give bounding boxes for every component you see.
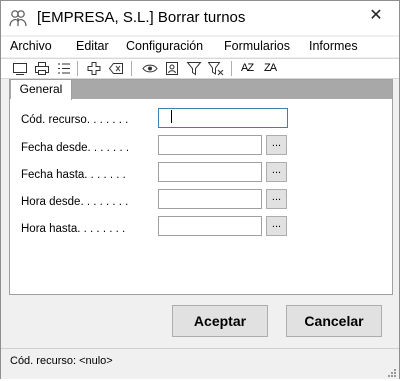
- dialog-window: [EMPRESA, S.L.] Borrar turnos ✕ Archivo …: [0, 0, 400, 379]
- cod-recurso-input[interactable]: [158, 108, 288, 128]
- field-label-cod-recurso: Cód. recurso. . . . . . .: [21, 114, 129, 126]
- filter-icon[interactable]: [186, 61, 202, 76]
- tab-strip: General: [10, 80, 392, 100]
- menu-formularios[interactable]: Formularios: [224, 39, 290, 53]
- field-label-hora-desde: Hora desde. . . . . . . .: [21, 196, 129, 208]
- fecha-desde-lookup-button[interactable]: ...: [266, 135, 287, 155]
- menu-informes[interactable]: Informes: [309, 39, 358, 53]
- status-bar: Cód. recurso: <nulo>: [1, 348, 399, 379]
- form-panel: General Cód. recurso. . . . . . . Fecha …: [9, 79, 393, 295]
- menu-archivo[interactable]: Archivo: [10, 39, 52, 53]
- status-text: Cód. recurso: <nulo>: [10, 355, 113, 367]
- menu-bar: Archivo Editar Configuración Formularios…: [1, 37, 399, 57]
- contact-card-icon[interactable]: [164, 61, 180, 76]
- hora-hasta-input[interactable]: [158, 216, 262, 236]
- tab-general[interactable]: General: [11, 80, 72, 100]
- menu-editar[interactable]: Editar: [76, 39, 109, 53]
- sort-descending-icon[interactable]: ZA: [264, 61, 282, 76]
- toolbar-separator: [77, 61, 78, 76]
- title-bar: [EMPRESA, S.L.] Borrar turnos ✕: [1, 1, 399, 35]
- cancel-button[interactable]: Cancelar: [286, 305, 382, 337]
- fecha-hasta-lookup-button[interactable]: ...: [266, 162, 287, 182]
- delete-icon[interactable]: [108, 61, 124, 76]
- fecha-desde-input[interactable]: [158, 135, 262, 155]
- app-icon: [8, 9, 28, 27]
- fecha-hasta-input[interactable]: [158, 162, 262, 182]
- toolbar-separator: [231, 61, 232, 76]
- list-icon[interactable]: [56, 61, 72, 76]
- accept-button[interactable]: Aceptar: [172, 305, 268, 337]
- field-label-hora-hasta: Hora hasta. . . . . . . .: [21, 223, 126, 235]
- hora-desde-input[interactable]: [158, 189, 262, 209]
- toolbar: AZ ZA: [1, 58, 399, 79]
- window-icon[interactable]: [12, 61, 28, 76]
- resize-grip-icon[interactable]: [387, 367, 397, 377]
- window-title: [EMPRESA, S.L.] Borrar turnos: [37, 9, 246, 26]
- menu-configuracion[interactable]: Configuración: [126, 39, 203, 53]
- close-icon: ✕: [369, 7, 383, 24]
- hora-hasta-lookup-button[interactable]: ...: [266, 216, 287, 236]
- add-icon[interactable]: [86, 61, 102, 76]
- sort-ascending-icon[interactable]: AZ: [241, 61, 259, 76]
- printer-icon[interactable]: [34, 61, 50, 76]
- clear-filter-icon[interactable]: [208, 61, 224, 76]
- view-icon[interactable]: [142, 61, 158, 76]
- close-button[interactable]: ✕: [353, 1, 399, 31]
- hora-desde-lookup-button[interactable]: ...: [266, 189, 287, 209]
- field-label-fecha-hasta: Fecha hasta. . . . . . .: [21, 169, 126, 181]
- field-label-fecha-desde: Fecha desde. . . . . . .: [21, 142, 130, 154]
- toolbar-separator: [131, 61, 132, 76]
- text-caret: [171, 110, 172, 123]
